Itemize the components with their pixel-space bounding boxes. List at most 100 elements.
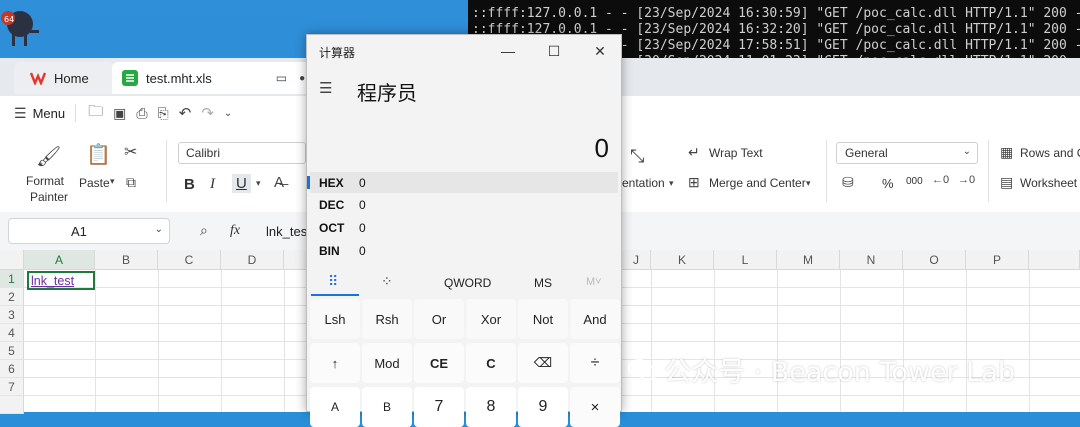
currency-icon[interactable]: ⛁ bbox=[842, 174, 854, 191]
keypad-icon[interactable]: ⠿ bbox=[328, 273, 338, 290]
tab-home[interactable]: Home bbox=[14, 62, 114, 94]
rsh-button[interactable]: Rsh bbox=[362, 299, 412, 339]
column-header-a[interactable]: A bbox=[24, 250, 95, 270]
and-button[interactable]: And bbox=[570, 299, 620, 339]
word-size-button[interactable]: QWORD bbox=[444, 276, 491, 290]
base-row-dec[interactable]: DEC 0 bbox=[310, 194, 618, 215]
chevron-down-icon[interactable]: ▾ bbox=[806, 178, 811, 189]
fx-icon[interactable]: fx bbox=[230, 223, 240, 239]
row-header-3[interactable]: 3 bbox=[0, 306, 24, 324]
column-header-p[interactable]: P bbox=[966, 250, 1029, 270]
export-icon[interactable]: ⎘ bbox=[158, 105, 169, 122]
cut-icon[interactable]: ✂ bbox=[124, 142, 137, 162]
redo-icon[interactable]: ↷ bbox=[201, 104, 214, 122]
hamburger-icon[interactable]: ☰ bbox=[14, 105, 27, 122]
clear-button[interactable]: C bbox=[466, 343, 516, 383]
digit-8-button[interactable]: 8 bbox=[466, 387, 516, 427]
paste-button[interactable]: Paste bbox=[79, 176, 110, 190]
decrease-decimal-icon[interactable]: →0 bbox=[958, 174, 975, 186]
bold-button[interactable]: B bbox=[184, 176, 195, 193]
format-painter-label-1[interactable]: Format bbox=[26, 174, 64, 188]
chevron-down-icon[interactable]: ▾ bbox=[256, 178, 261, 189]
bit-toggle-icon[interactable]: ⁘ bbox=[381, 273, 393, 290]
column-header-n[interactable]: N bbox=[840, 250, 903, 270]
tab-file[interactable]: test.mht.xls ▭ ● bbox=[112, 62, 320, 94]
format-painter-label-2[interactable]: Painter bbox=[30, 190, 68, 204]
cell-a1-hyperlink[interactable]: lnk_test bbox=[31, 274, 74, 288]
base-row-oct[interactable]: OCT 0 bbox=[310, 217, 618, 238]
row-header-4[interactable]: 4 bbox=[0, 324, 24, 342]
save-icon[interactable]: ▣ bbox=[113, 105, 126, 122]
worksheet-button[interactable]: Worksheet bbox=[1020, 176, 1077, 190]
column-header-o[interactable]: O bbox=[903, 250, 966, 270]
not-button[interactable]: Not bbox=[518, 299, 568, 339]
strikethrough-icon[interactable]: A̶ bbox=[274, 174, 284, 191]
font-name-select[interactable]: Calibri bbox=[178, 142, 306, 164]
column-header-l[interactable]: L bbox=[714, 250, 777, 270]
increase-decimal-icon[interactable]: ←0 bbox=[932, 174, 949, 186]
column-header-q[interactable] bbox=[1029, 250, 1080, 270]
formula-input[interactable]: lnk_test bbox=[266, 224, 311, 239]
minimize-button[interactable]: ― bbox=[485, 37, 531, 65]
select-all-corner[interactable] bbox=[0, 250, 24, 270]
wrap-text-icon[interactable]: ↵ bbox=[688, 144, 700, 161]
zoom-search-icon[interactable]: ⌕ bbox=[200, 222, 208, 239]
mod-button[interactable]: Mod bbox=[362, 343, 412, 383]
close-button[interactable]: ✕ bbox=[577, 37, 623, 65]
undo-icon[interactable]: ↶ bbox=[179, 104, 192, 122]
row-header-6[interactable]: 6 bbox=[0, 360, 24, 378]
folder-icon[interactable]: 🗀 bbox=[88, 101, 103, 126]
digit-9-button[interactable]: 9 bbox=[518, 387, 568, 427]
multiply-button[interactable]: × bbox=[570, 387, 620, 427]
lsh-button[interactable]: Lsh bbox=[310, 299, 360, 339]
memory-store-button[interactable]: MS bbox=[534, 276, 552, 290]
column-header-e[interactable] bbox=[284, 250, 308, 270]
row-header-5[interactable]: 5 bbox=[0, 342, 24, 360]
row-header-8[interactable] bbox=[0, 396, 24, 414]
backspace-button[interactable]: ⌫ bbox=[518, 343, 568, 383]
maximize-button[interactable]: ☐ bbox=[531, 37, 577, 65]
merge-icon[interactable]: ⊞ bbox=[688, 174, 700, 191]
chevron-down-icon[interactable]: ▾ bbox=[669, 178, 674, 189]
orientation-icon[interactable]: ⤡ bbox=[630, 146, 644, 167]
percent-button[interactable]: % bbox=[882, 176, 894, 191]
shift-button[interactable]: ↑ bbox=[310, 343, 360, 383]
cell-a1[interactable]: lnk_test bbox=[27, 271, 95, 290]
italic-button[interactable]: I bbox=[210, 176, 215, 193]
column-header-d[interactable]: D bbox=[221, 250, 284, 270]
number-format-select[interactable]: General ⌄ bbox=[836, 142, 978, 164]
or-button[interactable]: Or bbox=[414, 299, 464, 339]
paste-icon[interactable]: 📋 bbox=[86, 142, 111, 167]
hamburger-icon[interactable]: ☰ bbox=[319, 79, 332, 97]
print-icon[interactable]: ⎙ bbox=[136, 105, 147, 122]
column-header-k[interactable]: K bbox=[651, 250, 714, 270]
menu-button[interactable]: Menu bbox=[33, 106, 66, 121]
column-header-b[interactable]: B bbox=[95, 250, 158, 270]
xor-button[interactable]: Xor bbox=[466, 299, 516, 339]
row-header-7[interactable]: 7 bbox=[0, 378, 24, 396]
column-header-c[interactable]: C bbox=[158, 250, 221, 270]
column-header-j[interactable]: J bbox=[622, 250, 651, 270]
format-painter-icon[interactable]: 🖌 bbox=[36, 144, 61, 169]
row-header-1[interactable]: 1 bbox=[0, 270, 24, 288]
wrap-text-button[interactable]: Wrap Text bbox=[709, 146, 763, 160]
worksheet-icon[interactable]: ▤ bbox=[1000, 174, 1013, 191]
rows-columns-icon[interactable]: ▦ bbox=[1000, 144, 1013, 161]
chevron-down-icon[interactable]: ▾ bbox=[110, 176, 115, 187]
digit-7-button[interactable]: 7 bbox=[414, 387, 464, 427]
name-box[interactable]: A1 ⌄ bbox=[8, 218, 170, 244]
clear-entry-button[interactable]: CE bbox=[414, 343, 464, 383]
base-row-hex[interactable]: HEX 0 bbox=[307, 172, 618, 193]
orientation-button[interactable]: entation bbox=[622, 176, 665, 190]
screen-icon[interactable]: ▭ bbox=[276, 71, 287, 85]
merge-center-button[interactable]: Merge and Center bbox=[709, 176, 806, 190]
hex-b-button[interactable]: B bbox=[362, 387, 412, 427]
rows-columns-button[interactable]: Rows and C bbox=[1020, 146, 1080, 160]
column-header-m[interactable]: M bbox=[777, 250, 840, 270]
divide-button[interactable]: ÷ bbox=[570, 343, 620, 383]
copy-icon[interactable]: ⧉ bbox=[126, 174, 136, 191]
thousands-button[interactable]: 000 bbox=[906, 176, 923, 187]
row-header-2[interactable]: 2 bbox=[0, 288, 24, 306]
hex-a-button[interactable]: A bbox=[310, 387, 360, 427]
chevron-down-icon[interactable]: ⌄ bbox=[224, 108, 232, 119]
